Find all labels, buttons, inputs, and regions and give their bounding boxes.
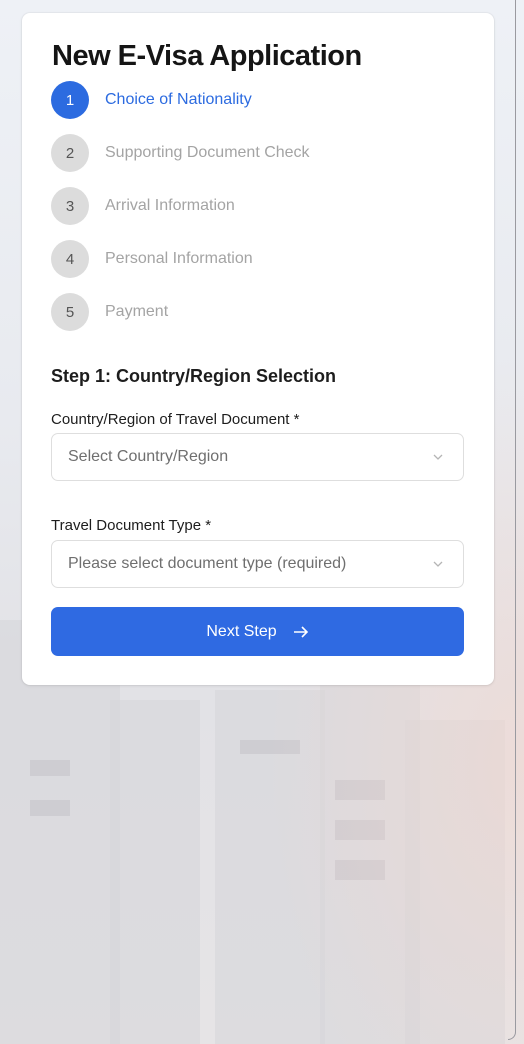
chevron-down-icon (433, 561, 443, 567)
country-field-label: Country/Region of Travel Document * (51, 411, 300, 428)
step-number: 1 (51, 81, 89, 119)
evisa-form-card: New E-Visa Application 1 Choice of Natio… (22, 13, 494, 685)
document-type-select[interactable]: Please select document type (required) (51, 540, 464, 588)
step-item-payment[interactable]: 5 Payment (51, 293, 168, 331)
next-step-button[interactable]: Next Step (51, 607, 464, 656)
country-select-placeholder: Select Country/Region (68, 448, 229, 465)
step-label: Choice of Nationality (105, 91, 252, 108)
country-select[interactable]: Select Country/Region (51, 433, 464, 481)
chevron-down-icon (433, 454, 443, 460)
step-number: 5 (51, 293, 89, 331)
page-title: New E-Visa Application (52, 40, 362, 72)
document-type-select-placeholder: Please select document type (required) (68, 555, 347, 572)
step-item-arrival[interactable]: 3 Arrival Information (51, 187, 235, 225)
step-label: Arrival Information (105, 197, 235, 214)
step-label: Supporting Document Check (105, 144, 310, 161)
step-label: Payment (105, 303, 169, 320)
step-label: Personal Information (105, 250, 253, 267)
step-number: 3 (51, 187, 89, 225)
section-title: Step 1: Country/Region Selection (51, 366, 337, 386)
window-edge (508, 0, 516, 1040)
step-number: 2 (51, 134, 89, 172)
step-item-personal[interactable]: 4 Personal Information (51, 240, 253, 278)
arrow-right-icon (293, 625, 308, 638)
step-item-document-check[interactable]: 2 Supporting Document Check (51, 134, 310, 172)
step-number: 4 (51, 240, 89, 278)
next-step-button-label: Next Step (206, 622, 277, 640)
document-type-field-label: Travel Document Type * (51, 517, 212, 534)
step-item-nationality[interactable]: 1 Choice of Nationality (51, 81, 252, 119)
